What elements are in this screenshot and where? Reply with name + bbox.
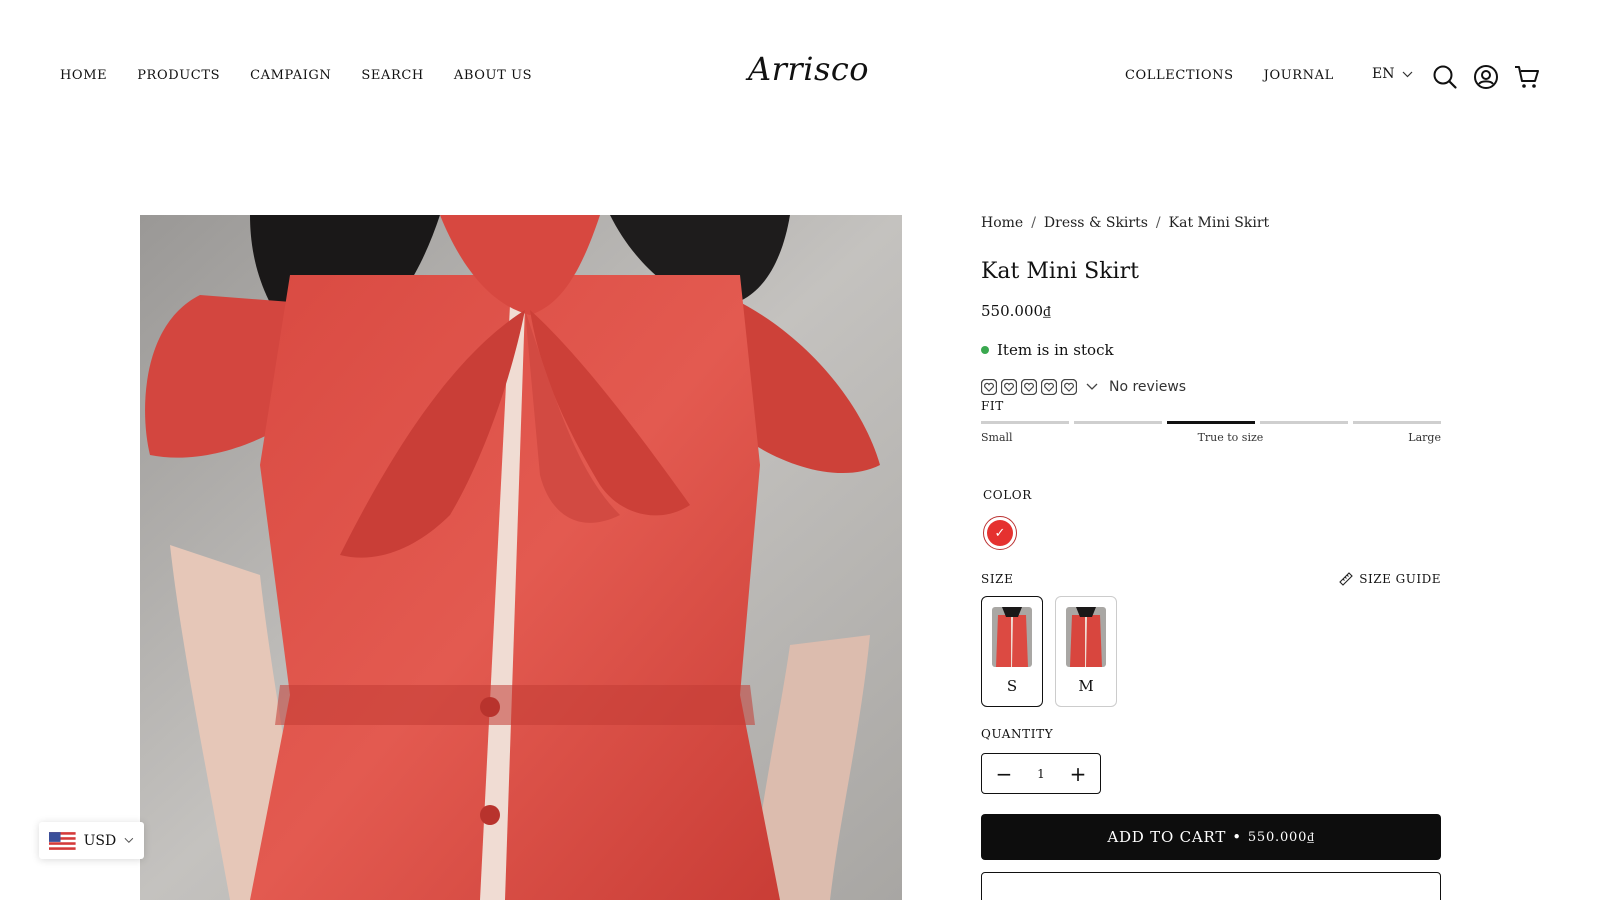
language-label: EN — [1372, 66, 1395, 82]
nav-about-us[interactable]: ABOUT US — [454, 68, 532, 83]
stock-dot-icon — [981, 346, 989, 354]
product-info: Home / Dress & Skirts / Kat Mini Skirt K… — [981, 215, 1441, 900]
fit-segment — [981, 421, 1069, 424]
stock-status: Item is in stock — [981, 341, 1441, 359]
stock-text: Item is in stock — [997, 341, 1114, 359]
search-icon[interactable] — [1432, 64, 1458, 90]
size-guide-text: SIZE GUIDE — [1359, 572, 1441, 586]
size-options: S M — [981, 596, 1441, 707]
size-option-label: S — [1006, 677, 1018, 695]
brand-logo[interactable]: Arrisco — [748, 50, 869, 88]
breadcrumb-current: Kat Mini Skirt — [1168, 215, 1270, 231]
currency-selector[interactable]: USD — [39, 822, 144, 859]
size-thumbnail — [1066, 607, 1106, 667]
breadcrumb-separator: / — [1155, 215, 1161, 231]
quantity-stepper: − 1 + — [981, 753, 1101, 794]
nav-journal[interactable]: JOURNAL — [1264, 68, 1334, 83]
main-nav-left: HOME PRODUCTS CAMPAIGN SEARCH ABOUT US — [60, 68, 562, 83]
size-label: SIZE — [981, 572, 1014, 586]
decrease-quantity-button[interactable]: − — [994, 762, 1014, 786]
fit-segment — [1353, 421, 1441, 424]
fit-segment — [1260, 421, 1348, 424]
color-swatch-red[interactable]: ✓ — [983, 516, 1017, 550]
secondary-button[interactable] — [981, 872, 1441, 900]
size-option-m[interactable]: M — [1055, 596, 1117, 707]
product-title: Kat Mini Skirt — [981, 259, 1139, 284]
nav-home[interactable]: HOME — [60, 68, 107, 83]
us-flag-icon — [49, 831, 76, 850]
account-icon[interactable] — [1473, 64, 1499, 90]
ruler-icon — [1339, 572, 1354, 586]
add-to-cart-price: 550.000₫ — [1247, 830, 1315, 845]
reviews-text: No reviews — [1109, 379, 1187, 395]
size-guide-link[interactable]: SIZE GUIDE — [1339, 572, 1441, 586]
product-photo — [140, 215, 902, 900]
rating-heart-icon — [1001, 379, 1017, 395]
fit-scale-true: True to size — [1197, 431, 1264, 444]
quantity-input[interactable]: 1 — [1037, 767, 1045, 781]
fit-segment-active — [1167, 421, 1255, 424]
add-to-cart-button[interactable]: ADD TO CART • 550.000₫ — [981, 814, 1441, 860]
currency-code: USD — [83, 832, 117, 849]
rating-heart-icon — [1021, 379, 1037, 395]
fit-segment — [1074, 421, 1162, 424]
check-icon: ✓ — [987, 520, 1013, 546]
product-image[interactable] — [140, 215, 902, 900]
chevron-down-icon — [1403, 71, 1413, 77]
fit-scale-small: Small — [981, 431, 1013, 444]
size-thumbnail — [992, 607, 1032, 667]
rating-heart-icon — [1041, 379, 1057, 395]
fit-scale-large: Large — [1408, 431, 1441, 444]
rating-summary[interactable]: No reviews — [981, 379, 1441, 395]
breadcrumb: Home / Dress & Skirts / Kat Mini Skirt — [981, 215, 1441, 231]
nav-collections[interactable]: COLLECTIONS — [1125, 68, 1234, 83]
chevron-down-icon — [1086, 383, 1098, 390]
quantity-label: QUANTITY — [981, 727, 1054, 741]
fit-label: FIT — [981, 399, 1004, 413]
nav-products[interactable]: PRODUCTS — [137, 68, 220, 83]
language-selector[interactable]: EN — [1372, 66, 1413, 82]
fit-meter — [981, 421, 1441, 424]
increase-quantity-button[interactable]: + — [1068, 762, 1088, 786]
fit-scale: Small True to size Large — [981, 431, 1441, 444]
rating-heart-icon — [981, 379, 997, 395]
product-price: 550.000₫ — [981, 302, 1051, 320]
nav-search[interactable]: SEARCH — [361, 68, 423, 83]
color-label: COLOR — [983, 488, 1032, 502]
size-header: SIZE SIZE GUIDE — [981, 572, 1441, 586]
main-nav-right: COLLECTIONS JOURNAL — [1125, 68, 1364, 83]
size-option-label: M — [1078, 677, 1094, 695]
add-to-cart-bullet: • — [1232, 828, 1242, 846]
chevron-down-icon — [124, 837, 134, 843]
site-header: HOME PRODUCTS CAMPAIGN SEARCH ABOUT US A… — [0, 0, 1600, 155]
breadcrumb-separator: / — [1031, 215, 1036, 231]
breadcrumb-home[interactable]: Home — [981, 215, 1023, 231]
breadcrumb-category[interactable]: Dress & Skirts — [1044, 215, 1148, 231]
size-option-s[interactable]: S — [981, 596, 1043, 707]
nav-campaign[interactable]: CAMPAIGN — [250, 68, 331, 83]
add-to-cart-label: ADD TO CART — [1107, 828, 1227, 846]
rating-heart-icon — [1061, 379, 1077, 395]
cart-icon[interactable] — [1514, 64, 1540, 90]
